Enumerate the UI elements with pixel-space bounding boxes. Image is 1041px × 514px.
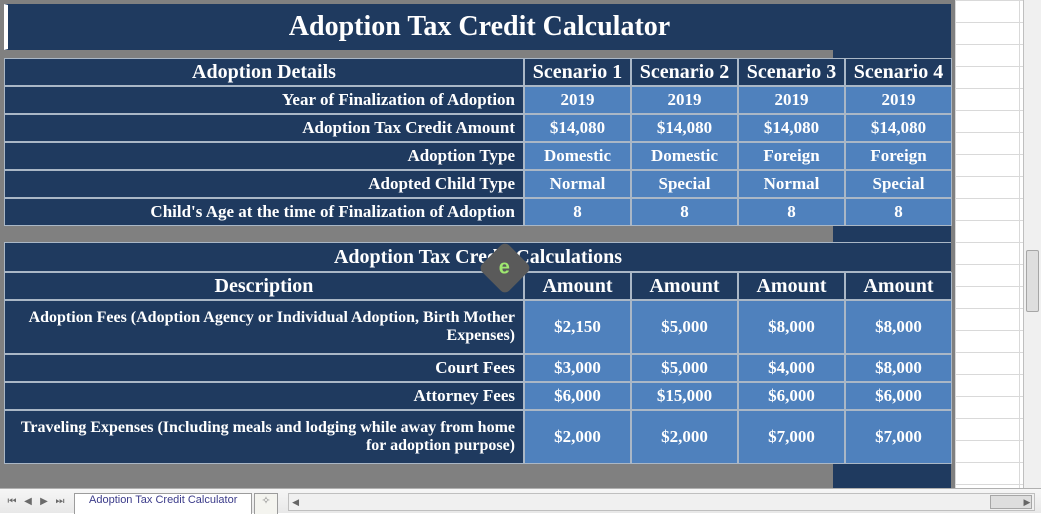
cell-value[interactable]: $5,000 — [631, 300, 738, 354]
row-label: Attorney Fees — [4, 382, 524, 410]
row-label: Child's Age at the time of Finalization … — [4, 198, 524, 226]
scenario-header-2: Scenario 2 — [631, 58, 738, 86]
sheet-tab-bar: ⏮ ◀ ▶ ⏭ Adoption Tax Credit Calculator ✧… — [0, 488, 1041, 513]
calc-header-label: Description — [4, 272, 524, 300]
cell-value[interactable]: 2019 — [524, 86, 631, 114]
tab-nav-prev-icon[interactable]: ◀ — [21, 494, 35, 508]
details-header-label: Adoption Details — [4, 58, 524, 86]
table-row: Adoption Fees (Adoption Agency or Indivi… — [4, 300, 952, 354]
cell-value[interactable]: $14,080 — [845, 114, 952, 142]
tab-nav-next-icon[interactable]: ▶ — [37, 494, 51, 508]
amount-header-2: Amount — [631, 272, 738, 300]
table-header-row: Adoption Details Scenario 1 Scenario 2 S… — [4, 58, 952, 86]
new-sheet-tab[interactable]: ✧ — [254, 493, 277, 514]
cell-value[interactable]: $2,000 — [524, 410, 631, 464]
hscroll-left-arrow-icon[interactable]: ◀ — [289, 494, 303, 510]
table-row: Child's Age at the time of Finalization … — [4, 198, 952, 226]
cell-value[interactable]: Special — [631, 170, 738, 198]
cell-value[interactable]: 2019 — [845, 86, 952, 114]
cell-value[interactable]: $14,080 — [631, 114, 738, 142]
cell-value[interactable]: $6,000 — [738, 382, 845, 410]
table-row: Court Fees$3,000$5,000$4,000$8,000 — [4, 354, 952, 382]
scenario-header-4: Scenario 4 — [845, 58, 952, 86]
worksheet-area: Adoption Tax Credit Calculator Adoption … — [0, 0, 955, 489]
tab-nav-first-icon[interactable]: ⏮ — [5, 494, 19, 508]
amount-header-1: Amount — [524, 272, 631, 300]
table-row: Adopted Child TypeNormalSpecialNormalSpe… — [4, 170, 952, 198]
cell-value[interactable]: 8 — [845, 198, 952, 226]
cell-value[interactable]: Domestic — [631, 142, 738, 170]
horizontal-scrollbar[interactable]: ◀ ▶ — [288, 493, 1035, 511]
row-label: Adoption Type — [4, 142, 524, 170]
cell-value[interactable]: $8,000 — [845, 354, 952, 382]
table-row: Year of Finalization of Adoption20192019… — [4, 86, 952, 114]
cell-value[interactable]: $6,000 — [845, 382, 952, 410]
cell-value[interactable]: $15,000 — [631, 382, 738, 410]
cell-value[interactable]: Foreign — [738, 142, 845, 170]
row-label: Court Fees — [4, 354, 524, 382]
amount-header-4: Amount — [845, 272, 952, 300]
sheet-tab[interactable]: Adoption Tax Credit Calculator — [74, 493, 252, 514]
scenario-header-1: Scenario 1 — [524, 58, 631, 86]
vertical-scrollbar[interactable] — [1023, 0, 1041, 489]
cell-value[interactable]: 8 — [524, 198, 631, 226]
cell-value[interactable]: $7,000 — [845, 410, 952, 464]
calc-section-title: Adoption Tax Credit Calculations — [4, 242, 951, 272]
tab-nav-last-icon[interactable]: ⏭ — [53, 494, 67, 508]
cell-value[interactable]: $4,000 — [738, 354, 845, 382]
row-label: Adopted Child Type — [4, 170, 524, 198]
table-row: Traveling Expenses (Including meals and … — [4, 410, 952, 464]
vertical-scrollbar-thumb[interactable] — [1026, 250, 1039, 312]
cell-value[interactable]: $6,000 — [524, 382, 631, 410]
row-label: Year of Finalization of Adoption — [4, 86, 524, 114]
cell-value[interactable]: $8,000 — [845, 300, 952, 354]
cell-value[interactable]: 2019 — [738, 86, 845, 114]
adoption-details-table: Adoption Details Scenario 1 Scenario 2 S… — [4, 58, 952, 226]
cell-value[interactable]: $2,150 — [524, 300, 631, 354]
cell-value[interactable]: Special — [845, 170, 952, 198]
scenario-header-3: Scenario 3 — [738, 58, 845, 86]
row-label: Traveling Expenses (Including meals and … — [4, 410, 524, 464]
cell-value[interactable]: Foreign — [845, 142, 952, 170]
calc-table: Description Amount Amount Amount Amount … — [4, 272, 952, 464]
cell-value[interactable]: 2019 — [631, 86, 738, 114]
cell-value[interactable]: 8 — [738, 198, 845, 226]
cell-value[interactable]: $5,000 — [631, 354, 738, 382]
row-label: Adoption Fees (Adoption Agency or Indivi… — [4, 300, 524, 354]
cell-value[interactable]: $7,000 — [738, 410, 845, 464]
hscroll-right-arrow-icon[interactable]: ▶ — [1020, 494, 1034, 510]
page-title: Adoption Tax Credit Calculator — [4, 4, 951, 50]
table-row: Adoption TypeDomesticDomesticForeignFore… — [4, 142, 952, 170]
cell-value[interactable]: Domestic — [524, 142, 631, 170]
amount-header-3: Amount — [738, 272, 845, 300]
table-row: Attorney Fees$6,000$15,000$6,000$6,000 — [4, 382, 952, 410]
cell-value[interactable]: $14,080 — [524, 114, 631, 142]
cell-value[interactable]: Normal — [524, 170, 631, 198]
cell-value[interactable]: $3,000 — [524, 354, 631, 382]
cell-value[interactable]: 8 — [631, 198, 738, 226]
row-label: Adoption Tax Credit Amount — [4, 114, 524, 142]
cell-value[interactable]: $14,080 — [738, 114, 845, 142]
cell-value[interactable]: $8,000 — [738, 300, 845, 354]
cell-value[interactable]: Normal — [738, 170, 845, 198]
table-header-row: Description Amount Amount Amount Amount — [4, 272, 952, 300]
table-row: Adoption Tax Credit Amount$14,080$14,080… — [4, 114, 952, 142]
cell-value[interactable]: $2,000 — [631, 410, 738, 464]
